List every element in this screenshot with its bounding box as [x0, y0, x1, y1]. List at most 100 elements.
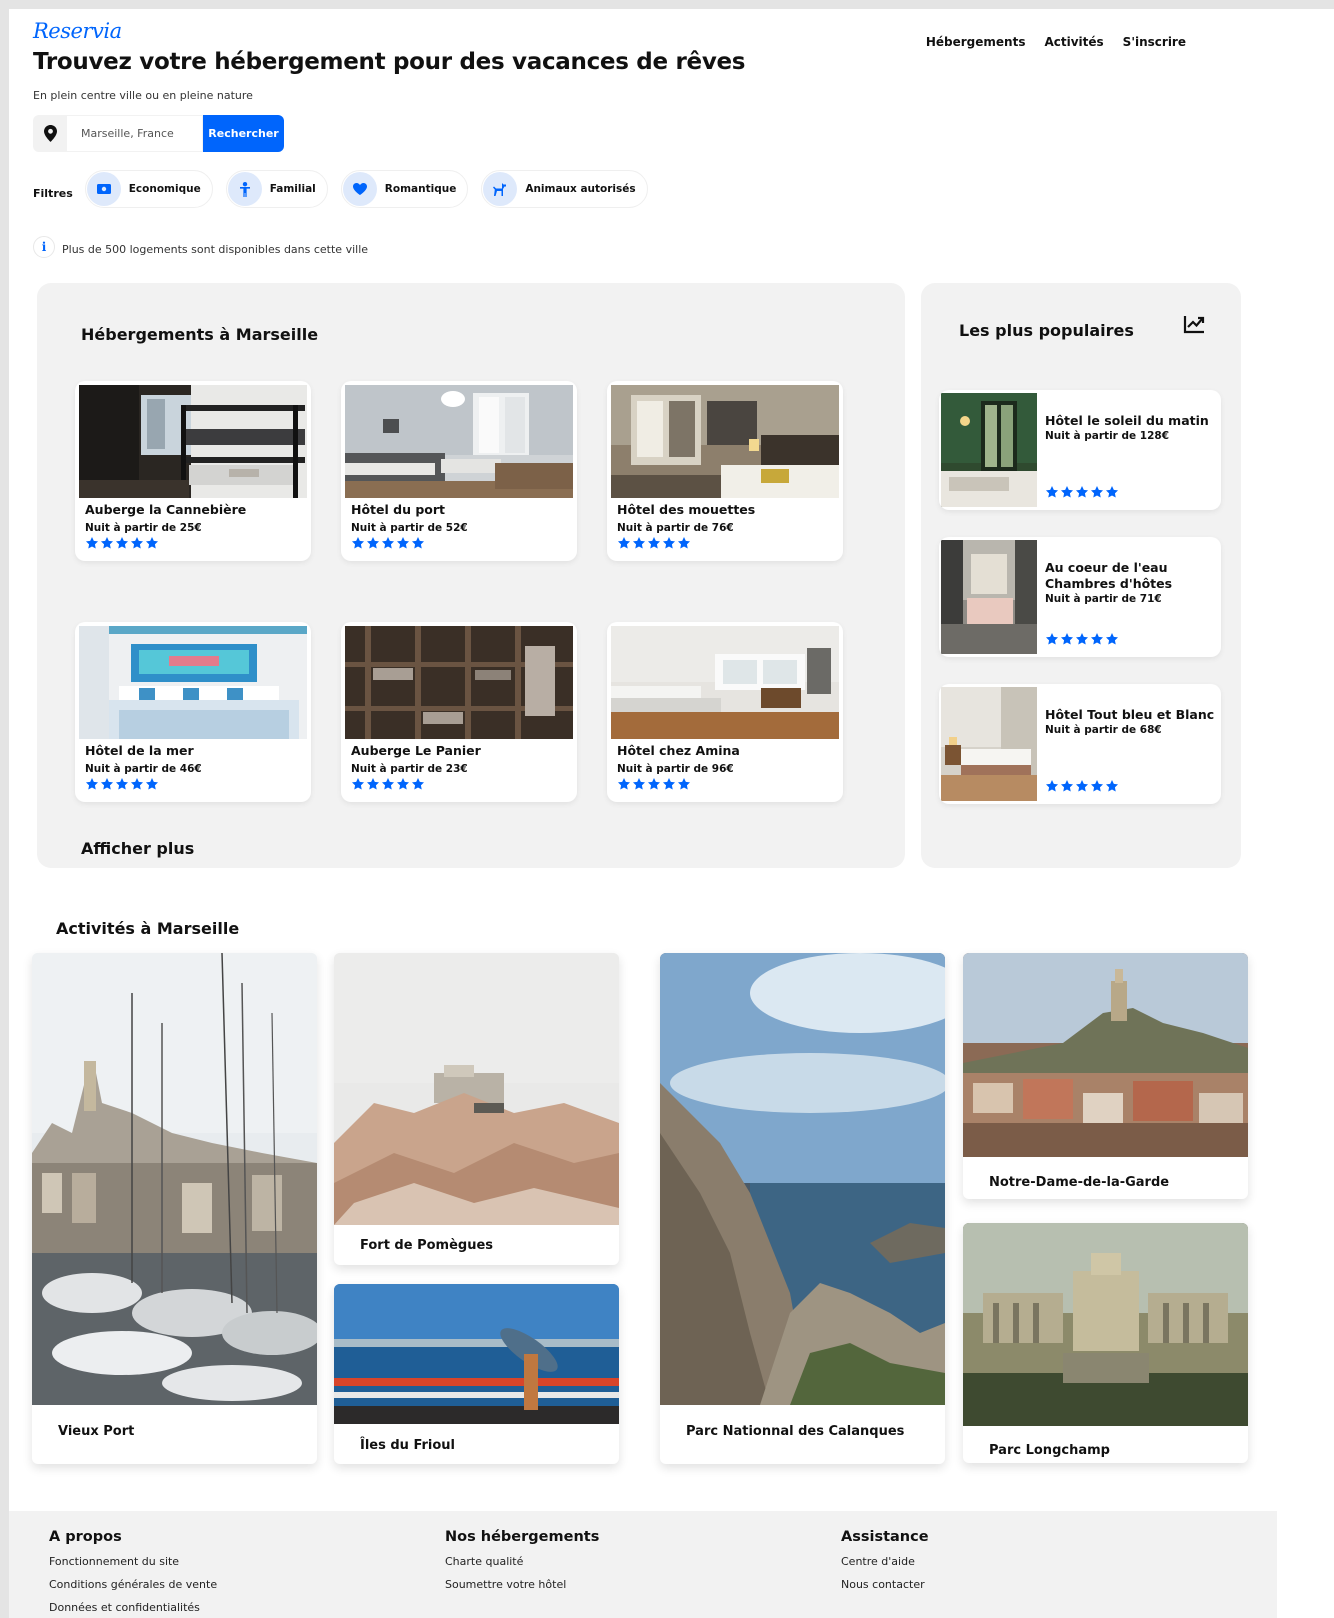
activity-card-notre-dame[interactable]: Notre-Dame-de-la-Garde: [963, 953, 1248, 1199]
rating-stars: [351, 777, 426, 791]
filter-familial[interactable]: Familial: [225, 170, 328, 208]
star-icon: [632, 778, 646, 790]
activity-card-vieux-port[interactable]: Vieux Port: [32, 953, 317, 1464]
star-icon: [1105, 633, 1119, 645]
activity-name: Fort de Pomègues: [360, 1238, 494, 1253]
footer-link[interactable]: Nous contacter: [841, 1578, 929, 1591]
filter-romantique[interactable]: Romantique: [340, 170, 469, 208]
star-icon: [145, 537, 159, 549]
logo[interactable]: Reservia: [33, 19, 122, 43]
hosting-name: Auberge la Cannebière: [85, 502, 247, 517]
star-icons: [1045, 486, 1119, 498]
activities-title: Activités à Marseille: [56, 919, 240, 938]
popular-photo: [941, 540, 1037, 654]
heart-icon: [342, 172, 377, 206]
footer-col-hebergements: Nos hébergements Charte qualité Soumettr…: [445, 1529, 599, 1601]
activity-card-parc-longchamp[interactable]: Parc Longchamp: [963, 1223, 1248, 1463]
hosting-card[interactable]: Hôtel de la mer Nuit à partir de 46€: [75, 622, 311, 802]
popular-name-text: Hôtel Tout bleu et Blanc: [1045, 707, 1215, 722]
hosting-photo: [79, 626, 307, 739]
activity-name: Parc Nationnal des Calanques: [686, 1424, 905, 1439]
hosting-price: Nuit à partir de 52€: [351, 522, 468, 534]
hosting-price: Nuit à partir de 96€: [617, 763, 734, 775]
rating-stars: [1045, 485, 1120, 499]
nav-activites[interactable]: Activités: [1044, 35, 1103, 49]
search-input[interactable]: [67, 115, 203, 152]
footer: A propos Fonctionnement du site Conditio…: [9, 1511, 1277, 1618]
hosting-name: Auberge Le Panier: [351, 743, 481, 758]
star-icon: [1105, 780, 1119, 792]
nav-hebergements[interactable]: Hébergements: [926, 35, 1026, 49]
star-icon: [396, 537, 410, 549]
star-icons: [1045, 780, 1119, 792]
hosting-name: Hôtel du port: [351, 502, 446, 517]
hosting-card[interactable]: Auberge Le Panier Nuit à partir de 23€: [341, 622, 577, 802]
search-button[interactable]: Rechercher: [203, 115, 284, 152]
star-icon: [1060, 486, 1074, 498]
page-title: Trouvez votre hébergement pour des vacan…: [33, 49, 746, 75]
hosting-price: Nuit à partir de 46€: [85, 763, 202, 775]
star-icon: [617, 778, 631, 790]
filter-label: Romantique: [384, 183, 457, 195]
footer-link[interactable]: Charte qualité: [445, 1555, 599, 1568]
star-icon: [677, 778, 691, 790]
star-icon: [100, 778, 114, 790]
footer-link[interactable]: Fonctionnement du site: [49, 1555, 217, 1568]
hosting-card[interactable]: Hôtel chez Amina Nuit à partir de 96€: [607, 622, 843, 802]
info-text: Plus de 500 logements sont disponibles d…: [62, 242, 369, 256]
activity-photo: [334, 1284, 619, 1424]
hosting-photo: [611, 385, 839, 498]
filters-label: Filtres: [33, 187, 73, 200]
activity-photo: [963, 953, 1248, 1157]
hosting-photo: [79, 385, 307, 498]
popular-name: Hôtel Tout bleu et Blanc Nuit à partir d…: [1045, 707, 1217, 737]
location-pin-icon: [33, 115, 67, 152]
footer-link[interactable]: Soumettre votre hôtel: [445, 1578, 599, 1591]
star-icons: [1045, 633, 1119, 645]
star-icon: [411, 778, 425, 790]
activity-name: Vieux Port: [58, 1424, 135, 1439]
star-icon: [1090, 486, 1104, 498]
star-icon: [662, 778, 676, 790]
filters: Filtres Economique Familial Romantique A…: [33, 170, 661, 208]
activity-card-calanques[interactable]: Parc Nationnal des Calanques: [660, 953, 945, 1464]
info-message: i Plus de 500 logements sont disponibles…: [33, 236, 368, 258]
activity-card-iles-du-frioul[interactable]: Îles du Frioul: [334, 1284, 619, 1464]
star-icon: [115, 778, 129, 790]
filter-label: Familial: [269, 183, 316, 195]
nav-inscrire[interactable]: S'inscrire: [1123, 35, 1186, 49]
footer-col-apropos: A propos Fonctionnement du site Conditio…: [49, 1529, 217, 1618]
popular-price: Nuit à partir de 71€: [1045, 593, 1162, 605]
star-icons: [85, 537, 159, 549]
show-more-link[interactable]: Afficher plus: [81, 839, 194, 858]
star-icon: [381, 537, 395, 549]
popular-card[interactable]: Hôtel le soleil du matin Nuit à partir d…: [939, 390, 1221, 510]
hosting-card[interactable]: Hôtel des mouettes Nuit à partir de 76€: [607, 381, 843, 561]
hosting-card[interactable]: Auberge la Cannebière Nuit à partir de 2…: [75, 381, 311, 561]
info-icon: i: [33, 236, 55, 258]
star-icon: [351, 537, 365, 549]
footer-link[interactable]: Données et confidentialités: [49, 1601, 217, 1614]
filter-economique[interactable]: Economique: [84, 170, 213, 208]
popular-card[interactable]: Au coeur de l'eau Chambres d'hôtes Nuit …: [939, 537, 1221, 657]
activity-photo: [32, 953, 317, 1405]
star-icon: [647, 537, 661, 549]
footer-link[interactable]: Conditions générales de vente: [49, 1578, 217, 1591]
star-icon: [677, 537, 691, 549]
star-icon: [396, 778, 410, 790]
hosting-title: Hébergements à Marseille: [81, 325, 319, 344]
popular-photo: [941, 687, 1037, 801]
star-icon: [115, 537, 129, 549]
star-icons: [617, 778, 691, 790]
activity-card-fort-de-pomegues[interactable]: Fort de Pomègues: [334, 953, 619, 1265]
star-icon: [100, 537, 114, 549]
money-icon: [86, 172, 121, 206]
popular-card[interactable]: Hôtel Tout bleu et Blanc Nuit à partir d…: [939, 684, 1221, 804]
star-icon: [1090, 633, 1104, 645]
search-bar: Rechercher: [33, 115, 284, 152]
star-icon: [1045, 780, 1059, 792]
star-icon: [85, 537, 99, 549]
filter-animaux[interactable]: Animaux autorisés: [481, 170, 648, 208]
hosting-card[interactable]: Hôtel du port Nuit à partir de 52€: [341, 381, 577, 561]
footer-link[interactable]: Centre d'aide: [841, 1555, 929, 1568]
